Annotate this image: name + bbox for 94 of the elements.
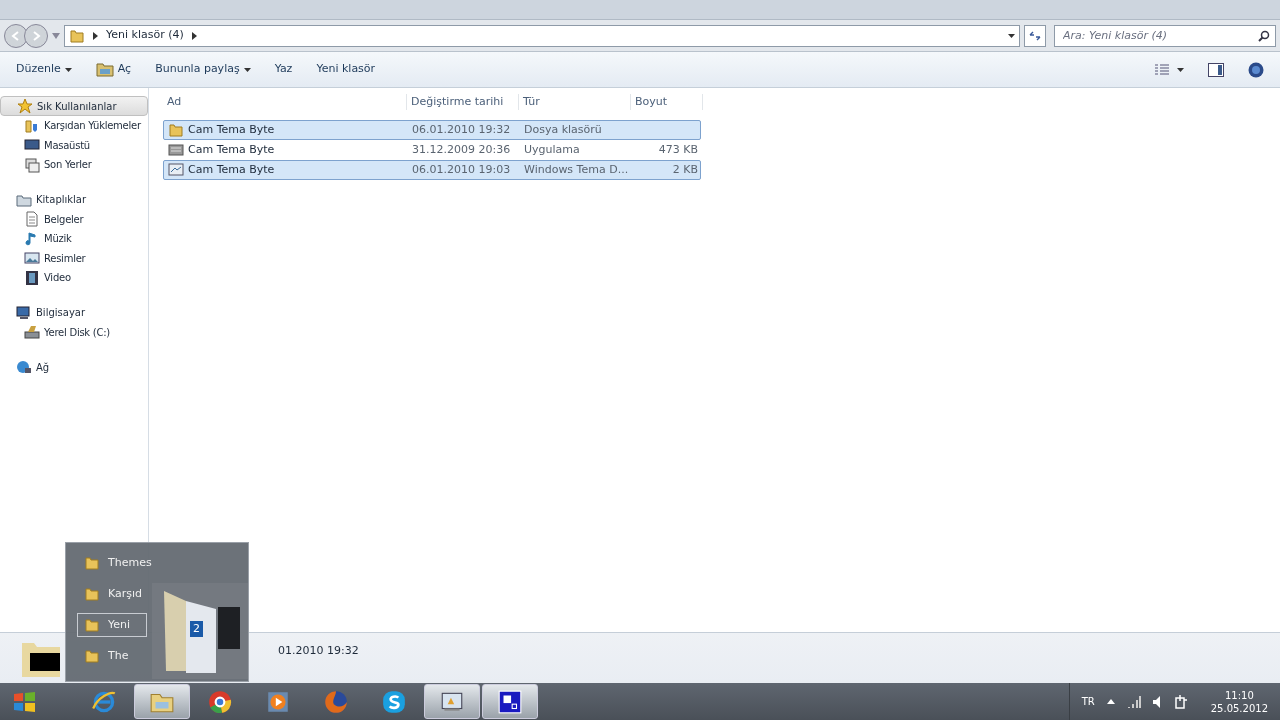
sidebar-group-label: Sık Kullanılanlar <box>37 99 117 114</box>
table-cell-text: Uygulama <box>523 141 581 158</box>
taskbar-button[interactable] <box>424 684 480 719</box>
speaker-icon <box>1152 695 1163 708</box>
recent-places-icon <box>24 156 40 173</box>
column-header[interactable]: Boyut <box>631 94 703 110</box>
sidebar-group-label: Bilgisayar <box>36 306 86 320</box>
sidebar-item[interactable]: Yerel Disk (C:) <box>0 322 148 342</box>
view-options-button[interactable] <box>1155 63 1184 76</box>
toolbar-button[interactable]: Yeni klasör <box>316 61 376 78</box>
sidebar-group-label: Ağ <box>36 360 50 375</box>
table-cell-text: Windows Tema D... <box>523 161 630 178</box>
file-row[interactable]: Cam Tema Byte 31.12.2009 20:36 Uygulama 473 KB <box>163 140 701 160</box>
film-icon <box>24 269 40 286</box>
file-name: Cam Tema Byte <box>188 141 275 158</box>
table-cell-text: Dosya klasörü <box>523 121 603 138</box>
sidebar-item[interactable]: Belgeler <box>0 209 148 229</box>
dropdown-caret-icon <box>1177 67 1184 72</box>
column-header[interactable]: Değiştirme tarihi <box>407 94 519 110</box>
jump-list-item[interactable]: Yeni <box>77 613 147 637</box>
file-name: Cam Tema Byte <box>188 121 275 138</box>
column-header[interactable]: Tür <box>519 94 631 110</box>
table-cell-text: 473 KB <box>657 141 698 158</box>
sidebar-group-label: Kitaplıklar <box>36 193 87 207</box>
folder-icon <box>84 555 100 571</box>
dropdown-caret-icon <box>1008 33 1015 38</box>
table-cell-text: 06.01.2010 19:03 <box>411 161 512 178</box>
back-button[interactable] <box>4 23 28 48</box>
document-icon <box>24 211 40 228</box>
computer-icon <box>16 304 32 321</box>
address-field[interactable]: Yeni klasör (4) <box>64 24 1020 47</box>
taskbar-button[interactable] <box>482 684 538 719</box>
refresh-button[interactable] <box>1024 24 1046 47</box>
folder-icon <box>84 648 100 664</box>
sidebar-group[interactable]: Bilgisayar <box>0 302 148 323</box>
star-icon <box>17 98 33 114</box>
sidebar-item[interactable]: Müzik <box>0 229 148 249</box>
file-row[interactable]: Cam Tema Byte 06.01.2010 19:32 Dosya klasörü <box>163 120 701 140</box>
breadcrumb-arrow-icon <box>191 31 197 40</box>
breadcrumb-item[interactable]: Yeni klasör (4) <box>106 27 184 44</box>
file-name: Cam Tema Byte <box>188 161 275 178</box>
signal-bars-icon <box>1126 695 1141 708</box>
search-field[interactable]: Ara: Yeni klasör (4) <box>1054 24 1276 47</box>
folder-icon <box>168 122 184 138</box>
toolbar-button[interactable]: Bununla paylaş <box>155 61 251 78</box>
tray-expand-icon <box>1106 699 1115 704</box>
history-caret-icon <box>52 32 60 39</box>
table-cell-text: 2 KB <box>671 161 698 178</box>
folder-icon <box>95 62 114 77</box>
table-cell-text: 31.12.2009 20:36 <box>411 141 512 158</box>
preview-pane-icon <box>1208 62 1224 77</box>
table-cell-text: 06.01.2010 19:32 <box>411 121 512 138</box>
help-button[interactable] <box>1248 61 1264 78</box>
file-row[interactable]: Cam Tema Byte 06.01.2010 19:03 Windows Tema D... 2 KB <box>163 160 701 180</box>
list-view-icon <box>1155 63 1169 76</box>
image-icon <box>24 250 40 267</box>
sidebar-group[interactable]: Ağ <box>0 357 148 377</box>
firefox-icon <box>323 688 349 715</box>
sidebar-item[interactable]: Son Yerler <box>0 155 148 175</box>
sidebar-item[interactable]: Resimler <box>0 248 148 268</box>
jump-list-item[interactable]: Karşıd <box>77 582 147 606</box>
network-icon <box>16 359 32 375</box>
help-icon <box>1248 61 1264 78</box>
application-icon <box>168 142 184 158</box>
toolbar-button[interactable]: Aç <box>95 61 132 78</box>
preview-pane-button[interactable] <box>1208 62 1224 77</box>
folder-icon <box>24 117 40 134</box>
language-indicator[interactable]: TR <box>1081 694 1095 709</box>
power-plug-icon <box>1174 694 1187 709</box>
sidebar-group[interactable]: Sık Kullanılanlar <box>0 96 148 116</box>
folder-icon <box>84 586 100 602</box>
refresh-icon <box>1029 30 1041 41</box>
clock[interactable]: 11:10 25.05.2012 <box>1210 688 1268 715</box>
hard-disk-icon <box>24 324 40 341</box>
folder-icon <box>69 27 85 44</box>
details-text: 01.2010 19:32 <box>278 643 359 659</box>
sidebar-group[interactable]: Kitaplıklar <box>0 189 148 210</box>
toolbar-button[interactable]: Yaz <box>274 61 293 78</box>
breadcrumb-arrow-icon <box>93 31 98 40</box>
chrome-icon <box>207 688 233 715</box>
forward-button[interactable] <box>24 23 48 48</box>
column-header[interactable]: Ad <box>163 94 407 110</box>
sidebar-item[interactable]: Video <box>0 268 148 288</box>
sidebar-item[interactable]: Karşıdan Yüklemeler <box>0 116 148 136</box>
sidebar-item[interactable]: Masaüstü <box>0 135 148 155</box>
drag-count-badge: 2 <box>190 621 203 637</box>
dropdown-caret-icon <box>243 67 251 72</box>
toolbar-button[interactable]: Düzenle <box>16 61 72 78</box>
skype-icon <box>381 688 407 715</box>
dropdown-caret-icon <box>64 67 72 72</box>
theme-file-icon <box>168 162 184 178</box>
jump-list-item[interactable]: The <box>77 644 147 668</box>
resize-window-icon <box>497 688 523 715</box>
search-icon <box>1258 29 1270 42</box>
